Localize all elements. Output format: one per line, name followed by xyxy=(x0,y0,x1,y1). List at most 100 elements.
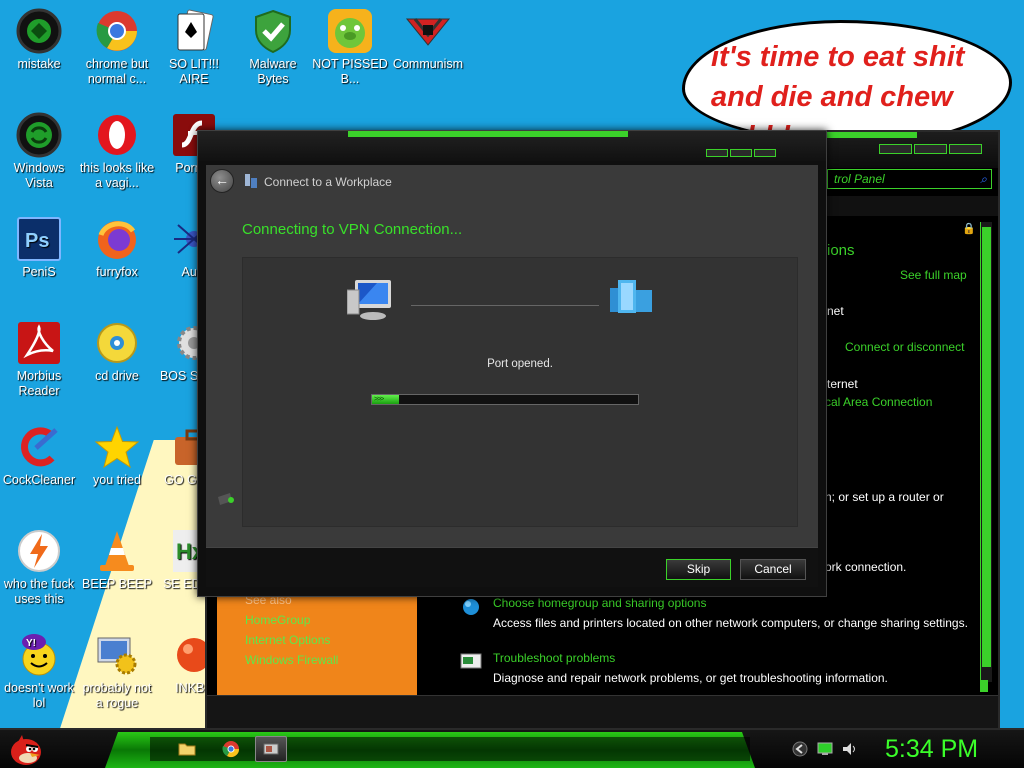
connecting-heading: Connecting to VPN Connection... xyxy=(242,221,463,238)
homegroup-icon xyxy=(463,599,479,615)
progress-bar-fill: >>> xyxy=(372,395,399,404)
connection-progress-panel: Port opened. >>> xyxy=(242,257,798,527)
dialog-body: ← Connect to a Workplace Connecting to V… xyxy=(206,165,818,587)
angry-bird-icon[interactable] xyxy=(8,733,44,767)
desktop-shortcut-label: furryfox xyxy=(96,265,138,279)
lightning-icon xyxy=(16,528,62,574)
firefox-icon xyxy=(94,216,140,262)
desktop-shortcut[interactable]: BEEP BEEP xyxy=(78,528,156,592)
network-name-text: net xyxy=(827,304,844,318)
emblem-icon xyxy=(405,8,451,54)
desktop-shortcut-label: who the fuck uses this xyxy=(3,577,75,606)
choose-homegroup-link[interactable]: Choose homegroup and sharing options xyxy=(493,596,706,610)
desktop-shortcut-label: chrome but normal c... xyxy=(85,57,149,86)
see-full-map-link[interactable]: See full map xyxy=(900,268,967,282)
opera-icon xyxy=(94,112,140,158)
local-area-connection-link[interactable]: cal Area Connection xyxy=(825,395,932,409)
section-heading: ions xyxy=(827,242,855,259)
desktop-shortcut[interactable]: cd drive xyxy=(78,320,156,384)
volume-icon[interactable] xyxy=(841,741,859,757)
desktop-shortcut[interactable]: CockCleaner xyxy=(0,424,78,488)
close-button[interactable] xyxy=(949,144,982,154)
desktop-shortcut[interactable]: Windows Vista xyxy=(0,112,78,191)
skip-button[interactable]: Skip xyxy=(666,559,731,580)
see-also-panel: See also HomeGroup Internet Options Wind… xyxy=(217,593,417,697)
work-connection-text: ork connection. xyxy=(825,560,907,574)
desktop-shortcut-label: Malware Bytes xyxy=(249,57,297,86)
desktop-shortcut[interactable]: who the fuck uses this xyxy=(0,528,78,607)
shield-check-icon xyxy=(250,8,296,54)
taskbar-clock[interactable]: 5:34 PM xyxy=(885,735,978,764)
dialog-titlebar-accent xyxy=(348,131,628,137)
desktop-shortcut-label: you tried xyxy=(93,473,141,487)
network-monitor-icon[interactable] xyxy=(816,741,834,757)
network-wizard-icon xyxy=(245,174,257,188)
taskbar: 5:34 PM xyxy=(0,728,1024,768)
workplace-network-icon xyxy=(610,280,652,313)
troubleshoot-problems-link[interactable]: Troubleshoot problems xyxy=(493,651,615,665)
choose-homegroup-description: Access files and printers located on oth… xyxy=(493,616,968,630)
control-panel-window-buttons xyxy=(879,144,982,154)
desktop-shortcut[interactable]: Malware Bytes xyxy=(234,8,312,87)
back-arrow-button[interactable]: ← xyxy=(210,169,234,193)
connect-to-workplace-dialog[interactable]: ← Connect to a Workplace Connecting to V… xyxy=(197,130,827,597)
chrome-icon xyxy=(94,8,140,54)
troubleshoot-description: Diagnose and repair network problems, or… xyxy=(493,671,888,685)
control-panel-search-input[interactable]: trol Panel ⌕ xyxy=(827,169,992,189)
connection-status-text: Port opened. xyxy=(487,358,553,370)
folder-icon[interactable] xyxy=(176,738,198,760)
troubleshoot-icon xyxy=(460,653,482,669)
desktop-shortcut[interactable]: probably not a rogue xyxy=(78,632,156,711)
desktop-shortcut-label: BEEP BEEP xyxy=(82,577,152,591)
desktop-shortcut-label: Communism xyxy=(392,57,464,71)
back-arrow-icon[interactable] xyxy=(791,741,809,757)
desktop-shortcut-label: probably not a rogue xyxy=(82,681,152,710)
dialog-close-button[interactable] xyxy=(754,149,776,157)
computer-icon xyxy=(347,280,391,320)
chrome-icon[interactable] xyxy=(220,738,242,760)
lock-icon[interactable]: 🔒 xyxy=(962,222,976,235)
playing-card-icon xyxy=(171,8,217,54)
desktop-shortcut[interactable]: SO LIT!!! AIRE xyxy=(155,8,233,87)
vpn-status-icon xyxy=(218,493,234,505)
resize-grip[interactable] xyxy=(980,680,988,692)
desktop-shortcut-label: SO LIT!!! AIRE xyxy=(168,57,219,86)
speech-bubble-gadget: it's time to eat shit and die and chew b… xyxy=(682,20,1012,145)
desktop-shortcut[interactable]: Communism xyxy=(389,8,467,72)
network-wizard-taskbar-button[interactable] xyxy=(255,736,287,762)
green-pig-icon xyxy=(327,8,373,54)
dialog-footer: Skip Cancel xyxy=(206,547,818,587)
control-panel-scrollbar[interactable] xyxy=(980,222,992,682)
cd-drive-icon xyxy=(94,320,140,366)
scrollbar-thumb[interactable] xyxy=(982,227,991,667)
desktop-shortcut[interactable]: this looks like a vagi... xyxy=(78,112,156,191)
dialog-maximize-button[interactable] xyxy=(730,149,752,157)
desktop-shortcut-label: Morbius Reader xyxy=(16,369,62,398)
desktop-shortcut[interactable]: Ps PeniS xyxy=(0,216,78,280)
see-also-windows-firewall-link[interactable]: Windows Firewall xyxy=(245,653,389,667)
desktop-shortcut[interactable]: furryfox xyxy=(78,216,156,280)
maximize-button[interactable] xyxy=(914,144,947,154)
connection-progress-bar: >>> xyxy=(371,394,639,405)
desktop-shortcut-label: this looks like a vagi... xyxy=(79,161,155,190)
minimize-button[interactable] xyxy=(879,144,912,154)
dialog-minimize-button[interactable] xyxy=(706,149,728,157)
desktop-shortcut[interactable]: mistake xyxy=(0,8,78,72)
computer-gears-icon xyxy=(94,632,140,678)
desktop-shortcut-label: PeniS xyxy=(22,265,56,279)
see-also-internet-options-link[interactable]: Internet Options xyxy=(245,633,389,647)
desktop-shortcut[interactable]: chrome but normal c... xyxy=(78,8,156,87)
cancel-button[interactable]: Cancel xyxy=(740,559,806,580)
desktop-shortcut[interactable]: you tried xyxy=(78,424,156,488)
search-icon[interactable]: ⌕ xyxy=(980,172,987,187)
desktop-shortcut[interactable]: Y! doesn't work lol xyxy=(0,632,78,711)
svg-text:Ps: Ps xyxy=(25,230,49,252)
connect-or-disconnect-link[interactable]: Connect or disconnect xyxy=(845,340,964,354)
see-also-homegroup-link[interactable]: HomeGroup xyxy=(245,613,389,627)
desktop-shortcut[interactable]: Morbius Reader xyxy=(0,320,78,399)
connection-line xyxy=(411,305,599,306)
star-icon xyxy=(94,424,140,470)
dialog-title: Connect to a Workplace xyxy=(264,175,392,189)
pdf-reader-icon xyxy=(16,320,62,366)
desktop-shortcut[interactable]: NOT PISSED B... xyxy=(311,8,389,87)
